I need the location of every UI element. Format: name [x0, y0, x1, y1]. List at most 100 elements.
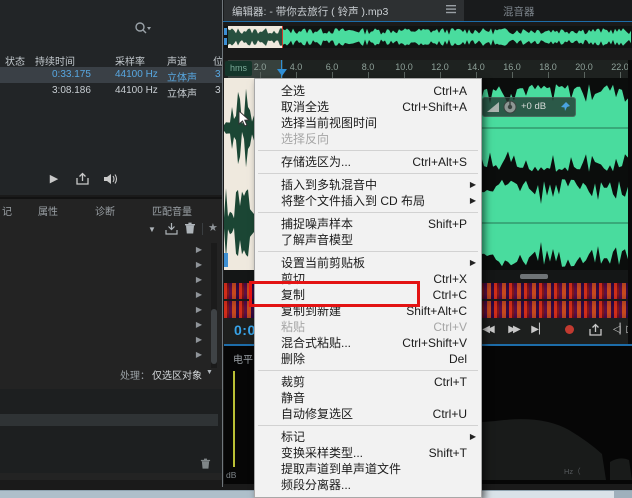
- effect-slot-row[interactable]: ▶: [0, 303, 210, 318]
- menu-item-label: 设置当前剪贴板: [281, 256, 366, 270]
- props-scrollbar-thumb[interactable]: [211, 309, 217, 364]
- tab-mixer[interactable]: 混音器: [479, 0, 559, 21]
- tab-editor-file[interactable]: 编辑器: - 带你去旅行 ( 铃声 ).mp3: [224, 0, 464, 21]
- column-header[interactable]: 声道: [167, 53, 187, 68]
- context-menu-item[interactable]: 存储选区为... Ctrl+Alt+S: [255, 154, 481, 170]
- waveform-overview-strip[interactable]: [224, 26, 632, 48]
- export-icon[interactable]: [72, 172, 92, 188]
- expand-arrow-icon[interactable]: ▶: [196, 305, 202, 314]
- playhead-handle[interactable]: [277, 69, 287, 76]
- context-menu-item[interactable]: 频段分离器...: [255, 477, 481, 493]
- overview-marker-blue-1: [224, 28, 227, 35]
- record-button[interactable]: [558, 325, 580, 337]
- context-menu-item[interactable]: 设置当前剪贴板 ▶: [255, 255, 481, 271]
- context-menu-item[interactable]: 静音: [255, 390, 481, 406]
- context-menu-item[interactable]: 选择当前视图时间: [255, 115, 481, 131]
- expand-arrow-icon[interactable]: ▶: [196, 260, 202, 269]
- file-row[interactable]: 0:33.175 44100 Hz 立体声 3: [0, 67, 222, 84]
- trash-icon-small[interactable]: [200, 457, 211, 475]
- effect-slot-row[interactable]: ▶: [0, 258, 210, 273]
- context-menu-item[interactable]: 捕捉噪声样本 Shift+P: [255, 216, 481, 232]
- menu-shortcut: Ctrl+Shift+V: [402, 336, 467, 350]
- menu-shortcut: Ctrl+X: [433, 272, 467, 286]
- context-menu-item[interactable]: 自动修复选区 Ctrl+U: [255, 406, 481, 422]
- effect-slot-row[interactable]: ▶: [0, 348, 210, 363]
- context-menu-item[interactable]: 取消全选 Ctrl+Shift+A: [255, 99, 481, 115]
- menu-item-label: 自动修复选区: [281, 407, 354, 421]
- context-menu-item[interactable]: 标记 ▶: [255, 429, 481, 445]
- process-label: 处理：: [120, 371, 150, 382]
- context-menu-item[interactable]: 全选 Ctrl+A: [255, 83, 481, 99]
- props-tab-2[interactable]: 诊断: [95, 203, 115, 218]
- panel-splitter[interactable]: [222, 0, 223, 487]
- context-menu-item[interactable]: 变换采样类型... Shift+T: [255, 445, 481, 461]
- props-tab-0[interactable]: 记: [2, 203, 12, 218]
- effect-slot-row[interactable]: ▶: [0, 333, 210, 348]
- props-tab-1[interactable]: 属性: [38, 203, 58, 218]
- effect-slot-row[interactable]: ▶: [0, 288, 210, 303]
- save-preset-icon[interactable]: [164, 222, 179, 241]
- expand-arrow-icon[interactable]: ▶: [196, 245, 202, 254]
- speaker-icon[interactable]: [100, 172, 120, 188]
- context-menu-item[interactable]: 将整个文件插入到 CD 布局 ▶: [255, 193, 481, 209]
- menu-item-label: 捕捉噪声样本: [281, 217, 354, 231]
- selected-row-band[interactable]: [0, 414, 218, 426]
- props-tab-3[interactable]: 匹配音量: [152, 203, 192, 218]
- context-menu-item[interactable]: 提取声道到单声道文件: [255, 461, 481, 477]
- gain-hud[interactable]: +0 dB: [482, 97, 576, 117]
- context-menu-item[interactable]: 插入到多轨混音中 ▶: [255, 177, 481, 193]
- effect-slot-row[interactable]: ▶: [0, 318, 210, 333]
- dropdown-caret-icon[interactable]: ▼: [148, 225, 156, 234]
- file-cell: 3:08.186: [52, 85, 91, 96]
- play-button[interactable]: ▶: [44, 172, 64, 188]
- ruler-tick-label: 2.0: [253, 62, 267, 72]
- menu-item-label: 将整个文件插入到 CD 布局: [281, 194, 426, 208]
- vertical-scrollbar[interactable]: [628, 60, 632, 344]
- timeline-ruler[interactable]: hms 2.0 4.0 6.0 8.0 10.0 12.0 14.0 16.0 18.0 20.0…: [224, 60, 632, 80]
- file-row[interactable]: 3:08.186 44100 Hz 立体声 3: [0, 83, 222, 100]
- context-menu-item[interactable]: 裁剪 Ctrl+T: [255, 374, 481, 390]
- props-scrollbar[interactable]: [211, 243, 217, 368]
- ruler-tick-label: 12.0: [431, 62, 449, 72]
- files-table-header[interactable]: 状态 持续时间 采样率 声道位: [0, 50, 223, 68]
- search-icon[interactable]: [133, 21, 151, 41]
- context-menu-item[interactable]: 选择反向: [255, 131, 481, 147]
- toolbar-divider: [202, 223, 203, 235]
- menu-item-label: 选择反向: [281, 132, 330, 146]
- menu-shortcut: Shift+P: [427, 217, 467, 231]
- expand-arrow-icon[interactable]: ▶: [196, 275, 202, 284]
- expand-arrow-icon[interactable]: ▶: [196, 350, 202, 359]
- skip-next-button[interactable]: ▶▏: [528, 324, 550, 335]
- process-caret-icon[interactable]: ▼: [206, 369, 213, 376]
- menu-shortcut: Shift+T: [428, 446, 467, 460]
- trash-icon[interactable]: [184, 222, 196, 240]
- fast-forward-button[interactable]: ▶▶: [502, 324, 524, 335]
- channel-split-handle[interactable]: [520, 274, 548, 279]
- gain-knob-icon[interactable]: [503, 100, 517, 114]
- expand-arrow-icon[interactable]: ▶: [196, 335, 202, 344]
- expand-arrow-icon[interactable]: ▶: [196, 320, 202, 329]
- process-value[interactable]: 仅选区对象: [152, 367, 202, 382]
- menu-shortcut: Ctrl+A: [433, 84, 467, 98]
- column-header[interactable]: 状态: [5, 53, 25, 68]
- favorite-star-icon[interactable]: ★: [208, 221, 218, 234]
- context-menu-item[interactable]: 粘贴 Ctrl+V: [255, 319, 481, 335]
- panel-menu-icon[interactable]: [446, 5, 456, 16]
- menu-shortcut: Ctrl+Shift+A: [402, 100, 467, 114]
- effect-slot-row[interactable]: ▶: [0, 243, 210, 258]
- context-menu-item[interactable]: 删除 Del: [255, 351, 481, 367]
- menu-item-label: 混合式粘贴...: [281, 336, 352, 350]
- time-display[interactable]: 0:0: [234, 322, 256, 338]
- column-header[interactable]: 持续时间: [35, 53, 75, 68]
- context-menu-item[interactable]: 了解声音模型: [255, 232, 481, 248]
- column-header[interactable]: 采样率: [115, 53, 145, 68]
- effect-slot-row[interactable]: ▶: [0, 273, 210, 288]
- overview-playhead[interactable]: [282, 26, 283, 48]
- pin-icon[interactable]: [560, 101, 571, 112]
- menu-item-label: 存储选区为...: [281, 155, 352, 169]
- gain-value[interactable]: +0 dB: [521, 101, 546, 112]
- fade-icon: [487, 102, 499, 112]
- expand-arrow-icon[interactable]: ▶: [196, 290, 202, 299]
- export-transport-icon[interactable]: [584, 323, 606, 340]
- context-menu-item[interactable]: 混合式粘贴... Ctrl+Shift+V: [255, 335, 481, 351]
